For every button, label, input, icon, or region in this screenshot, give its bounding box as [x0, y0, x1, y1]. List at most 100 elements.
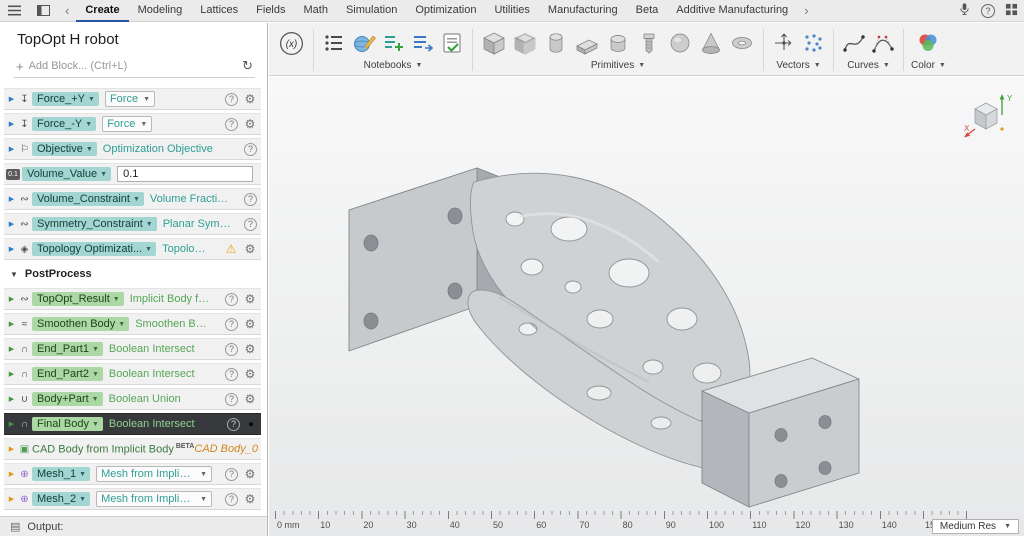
sphere-primitive-icon[interactable] — [666, 30, 694, 56]
block-name-chip[interactable]: Smoothen Body▼ — [32, 317, 129, 331]
block-name-chip[interactable]: Topology Optimizati...▼ — [32, 242, 156, 256]
block-row-force-minus-y[interactable]: ▶ ↧ Force_-Y▼ Force▼ ? ⚙ — [4, 113, 261, 135]
collapse-arrow-icon[interactable]: ▼ — [10, 270, 18, 279]
expand-arrow-icon[interactable]: ▶ — [6, 495, 17, 503]
block-row-topopt-result[interactable]: ▶ ∾ TopOpt_Result▼ Implicit Body from To… — [4, 288, 261, 310]
block-name-chip[interactable]: Final Body▼ — [32, 417, 103, 431]
block-row-smoothen-body[interactable]: ▶ ≈ Smoothen Body▼ Smoothen Body ? ⚙ — [4, 313, 261, 335]
block-row-topology-optimization[interactable]: ▶ ◈ Topology Optimizati...▼ Topology Opt… — [4, 238, 261, 260]
list-add-icon[interactable] — [381, 31, 407, 55]
expand-arrow-icon[interactable]: ▶ — [6, 320, 17, 328]
menu-scroll-left-icon[interactable]: ‹ — [58, 1, 76, 21]
menu-item-math[interactable]: Math — [295, 0, 337, 22]
help-icon[interactable]: ? — [225, 368, 238, 381]
block-row-objective[interactable]: ▶ ⚐ Objective▼ Optimization Objective ? — [4, 138, 261, 160]
help-icon[interactable]: ? — [225, 318, 238, 331]
postprocess-section-header[interactable]: ▼ PostProcess — [10, 263, 267, 285]
block-row-cad-body[interactable]: ▶ ▣ CAD Body from Implicit BodyBETA CAD … — [4, 438, 261, 460]
block-name-chip[interactable]: Volume_Value▼ — [22, 167, 111, 181]
block-row-volume-value[interactable]: 0.1 Volume_Value▼ — [4, 163, 261, 185]
color-wheel-icon[interactable] — [914, 30, 942, 56]
gear-icon[interactable]: ⚙ — [243, 118, 257, 131]
add-block-input[interactable]: + Add Block... (Ctrl+L) ↻ — [14, 55, 255, 78]
microphone-icon[interactable] — [958, 2, 971, 19]
menu-item-additive-manufacturing[interactable]: Additive Manufacturing — [667, 0, 797, 22]
block-row-force-plus-y[interactable]: ▶ ↧ Force_+Y▼ Force▼ ? ⚙ — [4, 88, 261, 110]
rounded-box-primitive-icon[interactable] — [511, 30, 539, 56]
wedge-primitive-icon[interactable] — [573, 30, 601, 56]
bullet-list-icon[interactable] — [321, 31, 347, 55]
expand-arrow-icon[interactable]: ▶ — [6, 95, 17, 103]
block-type-select[interactable]: Force▼ — [105, 91, 155, 107]
list-export-icon[interactable] — [410, 31, 436, 55]
expand-arrow-icon[interactable]: ▶ — [6, 120, 17, 128]
expand-arrow-icon[interactable]: ▶ — [6, 445, 17, 453]
menu-item-optimization[interactable]: Optimization — [406, 0, 485, 22]
block-name-chip[interactable]: Mesh_2▼ — [32, 492, 90, 506]
block-row-mesh-1[interactable]: ▶ ⊕ Mesh_1▼ Mesh from Implicit Body▼ ? ⚙ — [4, 463, 261, 485]
gear-icon[interactable]: ⚙ — [243, 368, 257, 381]
block-name-chip[interactable]: Mesh_1▼ — [32, 467, 90, 481]
block-row-final-body[interactable]: ▶ ∩ Final Body▼ Boolean Intersect ? ● — [4, 413, 261, 435]
help-icon[interactable]: ? — [225, 343, 238, 356]
expand-arrow-icon[interactable]: ▶ — [6, 295, 17, 303]
help-icon[interactable]: ? — [244, 193, 257, 206]
block-name-chip[interactable]: Body+Part▼ — [32, 392, 103, 406]
block-name-chip[interactable]: Volume_Constraint▼ — [32, 192, 144, 206]
block-row-end-part2[interactable]: ▶ ∩ End_Part2▼ Boolean Intersect ? ⚙ — [4, 363, 261, 385]
curves-dropdown[interactable]: Curves▼ — [847, 60, 890, 71]
refresh-icon[interactable]: ↻ — [242, 58, 253, 74]
warning-icon[interactable]: ⚠ — [224, 243, 238, 256]
variable-icon[interactable]: (x) — [277, 30, 306, 57]
notebook-sphere-pencil-icon[interactable] — [350, 30, 378, 56]
gear-icon[interactable]: ⚙ — [243, 93, 257, 106]
color-dropdown[interactable]: Color▼ — [911, 60, 946, 71]
primitives-dropdown[interactable]: Primitives▼ — [591, 60, 645, 71]
menu-item-utilities[interactable]: Utilities — [485, 0, 538, 22]
expand-arrow-icon[interactable]: ▶ — [6, 470, 17, 478]
block-type-select[interactable]: Mesh from Implicit Body▼ — [96, 491, 212, 507]
block-name-chip[interactable]: Symmetry_Constraint▼ — [32, 217, 157, 231]
menu-item-lattices[interactable]: Lattices — [191, 0, 247, 22]
expand-arrow-icon[interactable]: ▶ — [6, 345, 17, 353]
help-icon[interactable]: ? — [225, 468, 238, 481]
block-row-body-part[interactable]: ▶ ∪ Body+Part▼ Boolean Union ? ⚙ — [4, 388, 261, 410]
gear-icon[interactable]: ⚙ — [243, 293, 257, 306]
block-name-chip[interactable]: Objective▼ — [32, 142, 97, 156]
block-name-chip[interactable]: TopOpt_Result▼ — [32, 292, 124, 306]
bolt-primitive-icon[interactable] — [635, 30, 663, 56]
expand-arrow-icon[interactable]: ▶ — [6, 195, 17, 203]
help-icon[interactable]: ? — [225, 118, 238, 131]
point-cloud-icon[interactable] — [800, 31, 826, 55]
cylinder-primitive-icon[interactable] — [604, 30, 632, 56]
block-name-chip[interactable]: End_Part2▼ — [32, 367, 103, 381]
vector-axes-icon[interactable] — [771, 31, 797, 55]
gear-icon[interactable]: ⚙ — [243, 393, 257, 406]
torus-primitive-icon[interactable] — [728, 30, 756, 56]
output-bar[interactable]: ▤ Output: — [0, 516, 267, 536]
menu-scroll-right-icon[interactable]: › — [797, 1, 815, 21]
help-icon[interactable]: ? — [981, 4, 995, 18]
block-row-mesh-2[interactable]: ▶ ⊕ Mesh_2▼ Mesh from Implicit Body▼ ? ⚙ — [4, 488, 261, 510]
help-icon[interactable]: ? — [227, 418, 240, 431]
help-icon[interactable]: ? — [225, 93, 238, 106]
sidebar-toggle-icon[interactable] — [29, 5, 58, 16]
menu-item-create[interactable]: Create — [76, 0, 128, 22]
help-icon[interactable]: ? — [225, 493, 238, 506]
gear-icon[interactable]: ⚙ — [243, 343, 257, 356]
cone-primitive-icon[interactable] — [697, 30, 725, 56]
apps-grid-icon[interactable] — [1005, 3, 1018, 19]
block-row-volume-constraint[interactable]: ▶ ∾ Volume_Constraint▼ Volume Fraction C… — [4, 188, 261, 210]
menu-item-fields[interactable]: Fields — [247, 0, 294, 22]
menu-item-manufacturing[interactable]: Manufacturing — [539, 0, 627, 22]
block-name-chip[interactable]: Force_-Y▼ — [32, 117, 96, 131]
gear-icon[interactable]: ⚙ — [243, 493, 257, 506]
visibility-dot-icon[interactable]: ● — [245, 418, 257, 431]
topology-optimized-part[interactable] — [269, 77, 1024, 536]
expand-arrow-icon[interactable]: ▶ — [6, 145, 17, 153]
help-icon[interactable]: ? — [225, 293, 238, 306]
block-type-select[interactable]: Mesh from Implicit Body▼ — [96, 466, 212, 482]
block-name-chip[interactable]: Force_+Y▼ — [32, 92, 99, 106]
block-type-select[interactable]: Force▼ — [102, 116, 152, 132]
checklist-icon[interactable] — [439, 31, 465, 55]
